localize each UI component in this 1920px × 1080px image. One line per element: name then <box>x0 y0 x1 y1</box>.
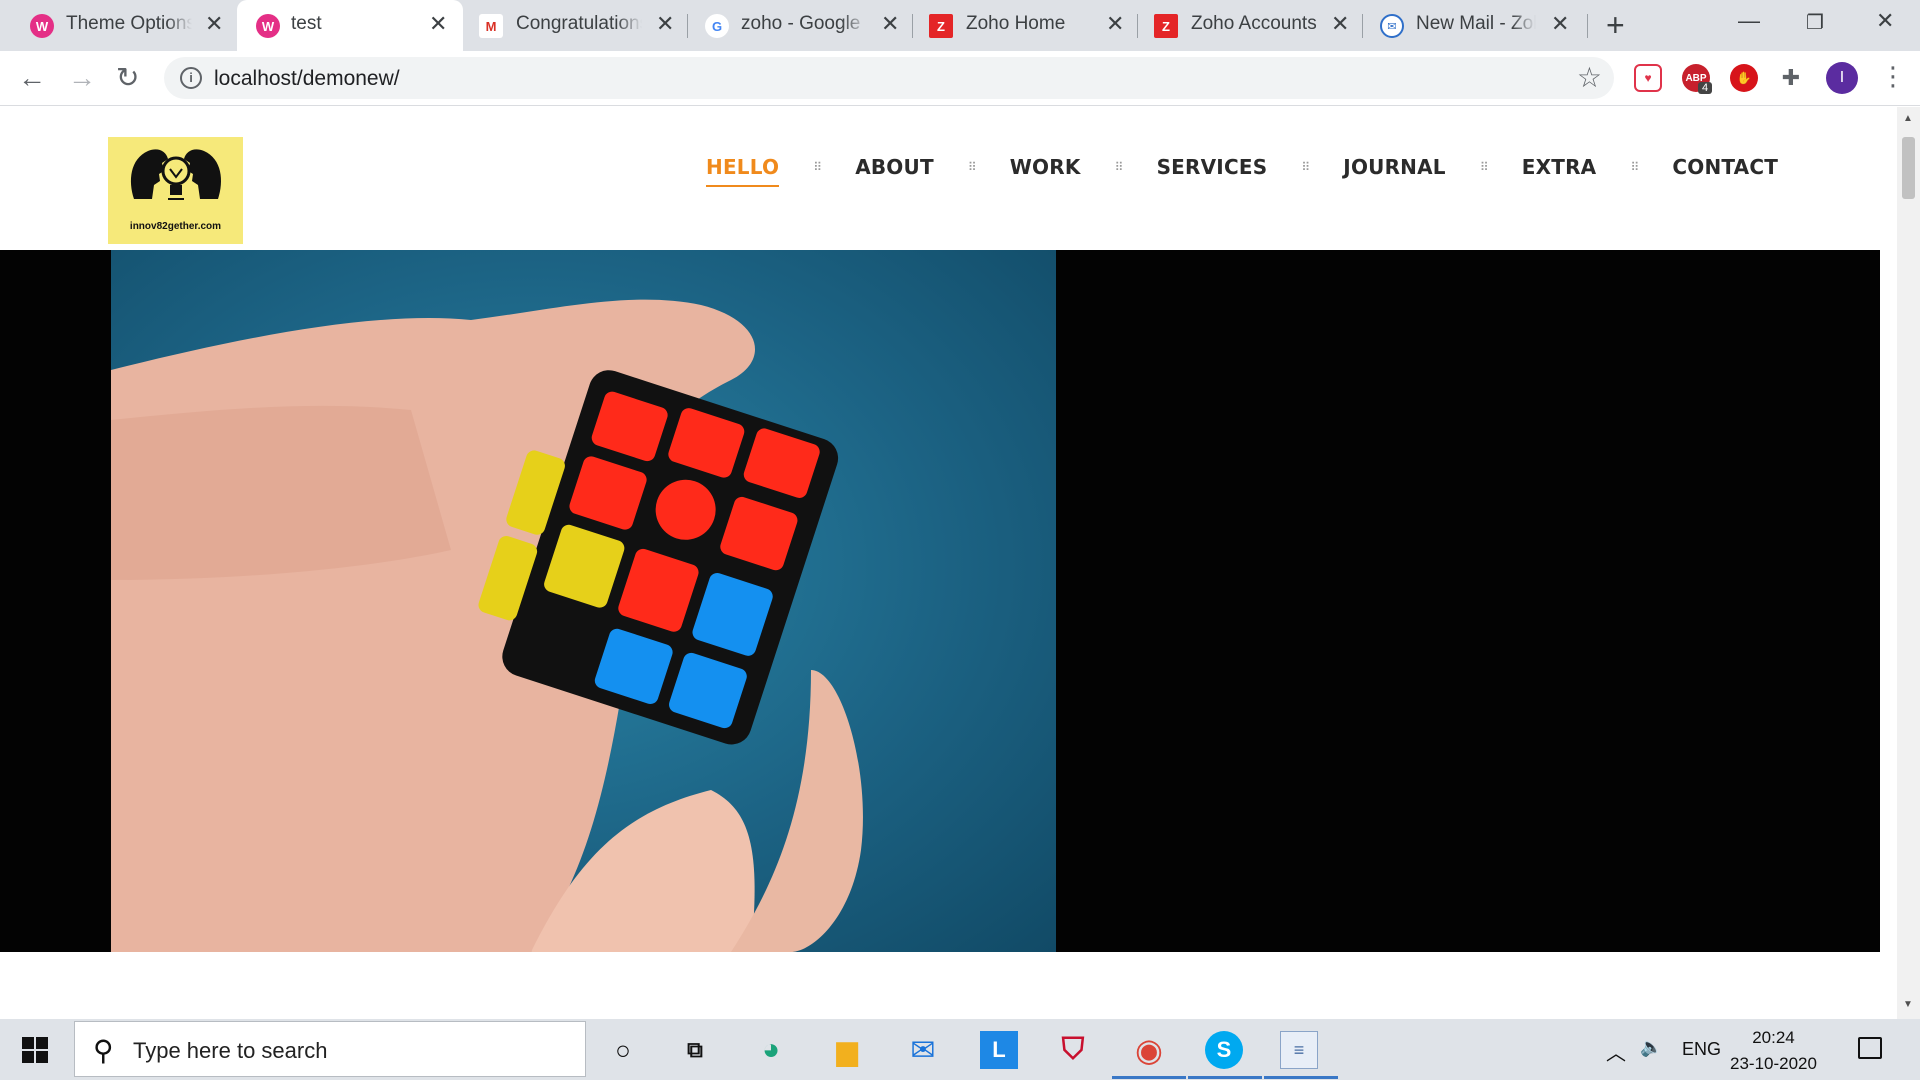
tab-title: Congratulations <box>516 13 642 34</box>
action-center-icon[interactable] <box>1858 1037 1882 1059</box>
site-logo[interactable]: innov82gether.com <box>108 137 243 244</box>
language-indicator[interactable]: ENG <box>1682 1039 1721 1060</box>
mail-icon[interactable]: ✉ <box>904 1031 942 1069</box>
nav-separator: ⠿ <box>1114 160 1124 174</box>
nav-separator: ⠿ <box>1479 160 1489 174</box>
chrome-icon[interactable]: ◉ <box>1130 1031 1168 1069</box>
wordpress-icon: W <box>30 14 54 38</box>
nav-about[interactable]: ABOUT <box>855 155 934 179</box>
nav-hello[interactable]: HELLO <box>706 155 780 187</box>
nav-work[interactable]: WORK <box>1010 155 1081 179</box>
tab-title: New Mail - Zoho <box>1416 13 1536 34</box>
windows-start-icon[interactable] <box>22 1037 48 1063</box>
search-placeholder: Type here to search <box>133 1038 328 1063</box>
more-menu-icon[interactable]: ⋮ <box>1880 61 1906 92</box>
nav-separator: ⠿ <box>813 160 822 174</box>
clock-time: 20:24 <box>1752 1028 1795 1047</box>
close-tab-icon[interactable]: ✕ <box>1551 12 1569 36</box>
hero-slider <box>0 250 1880 952</box>
search-icon: ⚲ <box>93 1035 114 1066</box>
gmail-icon: M <box>479 14 503 38</box>
notepad-active-indicator <box>1264 1076 1338 1079</box>
new-tab-button[interactable]: + <box>1606 9 1625 41</box>
close-tab-icon[interactable]: ✕ <box>205 12 223 36</box>
edge-icon[interactable]: ◕ <box>752 1031 790 1069</box>
tab-gmail[interactable]: M Congratulations ✕ <box>463 0 687 51</box>
zoho-icon: Z <box>1154 14 1178 38</box>
forward-arrow-icon[interactable]: → <box>68 63 96 93</box>
wordpress-icon: W <box>256 14 280 38</box>
notepad-app-icon[interactable]: ≡ <box>1280 1031 1318 1069</box>
nav-services[interactable]: SERVICES <box>1157 155 1268 179</box>
nav-extra[interactable]: EXTRA <box>1522 155 1597 179</box>
nav-separator: ⠿ <box>1301 160 1310 174</box>
address-bar[interactable]: i localhost/demonew/ ☆ <box>164 57 1614 99</box>
tab-title: Zoho Accounts <box>1191 13 1317 34</box>
zoho-mail-icon: ✉ <box>1380 14 1404 38</box>
url-text[interactable]: localhost/demonew/ <box>214 67 400 91</box>
task-view-icon[interactable]: ⧉ <box>676 1031 714 1069</box>
browser-toolbar: ← → ↻ i localhost/demonew/ ☆ ♥ ABP 4 ✋ ✚… <box>0 51 1920 106</box>
scroll-thumb[interactable] <box>1902 137 1915 199</box>
tab-title: Zoho Home <box>966 13 1066 34</box>
nav-contact[interactable]: CONTACT <box>1672 155 1778 179</box>
tab-google-search[interactable]: G zoho - Google S ✕ <box>688 0 912 51</box>
page-scrollbar[interactable]: ▲ ▼ <box>1897 107 1920 1019</box>
l-app-icon[interactable]: L <box>980 1031 1018 1069</box>
hero-image-rubiks-cube <box>111 250 1056 952</box>
chrome-active-indicator <box>1112 1076 1186 1079</box>
tab-theme-options[interactable]: W Theme Options ✕ <box>0 0 236 51</box>
nav-journal[interactable]: JOURNAL <box>1343 155 1445 179</box>
bookmark-star-icon[interactable]: ☆ <box>1577 61 1602 94</box>
tab-title: zoho - Google S <box>741 13 867 34</box>
skype-active-indicator <box>1188 1076 1262 1079</box>
file-explorer-icon[interactable]: ▆ <box>828 1031 866 1069</box>
tab-zoho-mail[interactable]: ✉ New Mail - Zoho ✕ <box>1363 0 1587 51</box>
profile-avatar[interactable]: I <box>1826 62 1858 94</box>
tab-zoho-home[interactable]: Z Zoho Home ✕ <box>913 0 1137 51</box>
tab-title: Theme Options <box>66 13 192 34</box>
logo-text: innov82gether.com <box>129 221 222 232</box>
extensions-puzzle-icon[interactable]: ✚ <box>1777 64 1805 92</box>
clock-date: 23-10-2020 <box>1730 1054 1817 1073</box>
nav-separator: ⠿ <box>967 160 977 174</box>
zoho-icon: Z <box>929 14 953 38</box>
bulb-heads-logo-icon <box>130 149 222 200</box>
close-tab-icon[interactable]: ✕ <box>1106 12 1124 36</box>
adblock-badge: 4 <box>1698 82 1713 94</box>
close-tab-icon[interactable]: ✕ <box>656 12 674 36</box>
windows-taskbar: ⚲ Type here to search ○ ⧉ ◕ ▆ ✉ L ⛉ ◉ S … <box>0 1019 1920 1080</box>
mcafee-icon[interactable]: ⛉ <box>1054 1031 1092 1069</box>
tab-title: test <box>291 13 322 34</box>
restore-icon[interactable]: ❐ <box>1806 10 1824 35</box>
close-tab-icon[interactable]: ✕ <box>1331 12 1349 36</box>
reload-icon[interactable]: ↻ <box>116 63 139 93</box>
system-clock[interactable]: 20:24 23-10-2020 <box>1730 1025 1817 1077</box>
scroll-up-icon[interactable]: ▲ <box>1903 113 1913 124</box>
tab-zoho-accounts[interactable]: Z Zoho Accounts ✕ <box>1138 0 1362 51</box>
show-hidden-icons-chevron-icon[interactable]: ︿ <box>1606 1037 1626 1066</box>
taskbar-search[interactable]: ⚲ Type here to search <box>74 1021 586 1077</box>
close-tab-icon[interactable]: ✕ <box>881 12 899 36</box>
tab-strip: W Theme Options ✕ W test ✕ M Congratulat… <box>0 0 1920 51</box>
main-navigation: HELLO ⠿ ABOUT ⠿ WORK ⠿ SERVICES ⠿ JOURNA… <box>706 155 1778 187</box>
tab-test[interactable]: W test ✕ <box>237 0 463 51</box>
minimize-icon[interactable]: — <box>1738 8 1760 34</box>
site-info-icon[interactable]: i <box>180 67 202 89</box>
web-page: innov82gether.com HELLO ⠿ ABOUT ⠿ WORK ⠿… <box>0 107 1897 1019</box>
cortana-icon[interactable]: ○ <box>604 1031 642 1069</box>
nav-separator: ⠿ <box>1630 160 1639 174</box>
close-window-icon[interactable]: ✕ <box>1876 8 1894 34</box>
pocket-extension-icon[interactable]: ♥ <box>1634 64 1662 92</box>
stop-extension-icon[interactable]: ✋ <box>1730 64 1758 92</box>
skype-icon[interactable]: S <box>1205 1031 1243 1069</box>
google-icon: G <box>705 14 729 38</box>
close-tab-icon[interactable]: ✕ <box>429 12 447 36</box>
volume-icon[interactable]: 🔈 <box>1640 1037 1662 1058</box>
back-arrow-icon[interactable]: ← <box>18 63 46 93</box>
scroll-down-icon[interactable]: ▼ <box>1903 999 1913 1010</box>
